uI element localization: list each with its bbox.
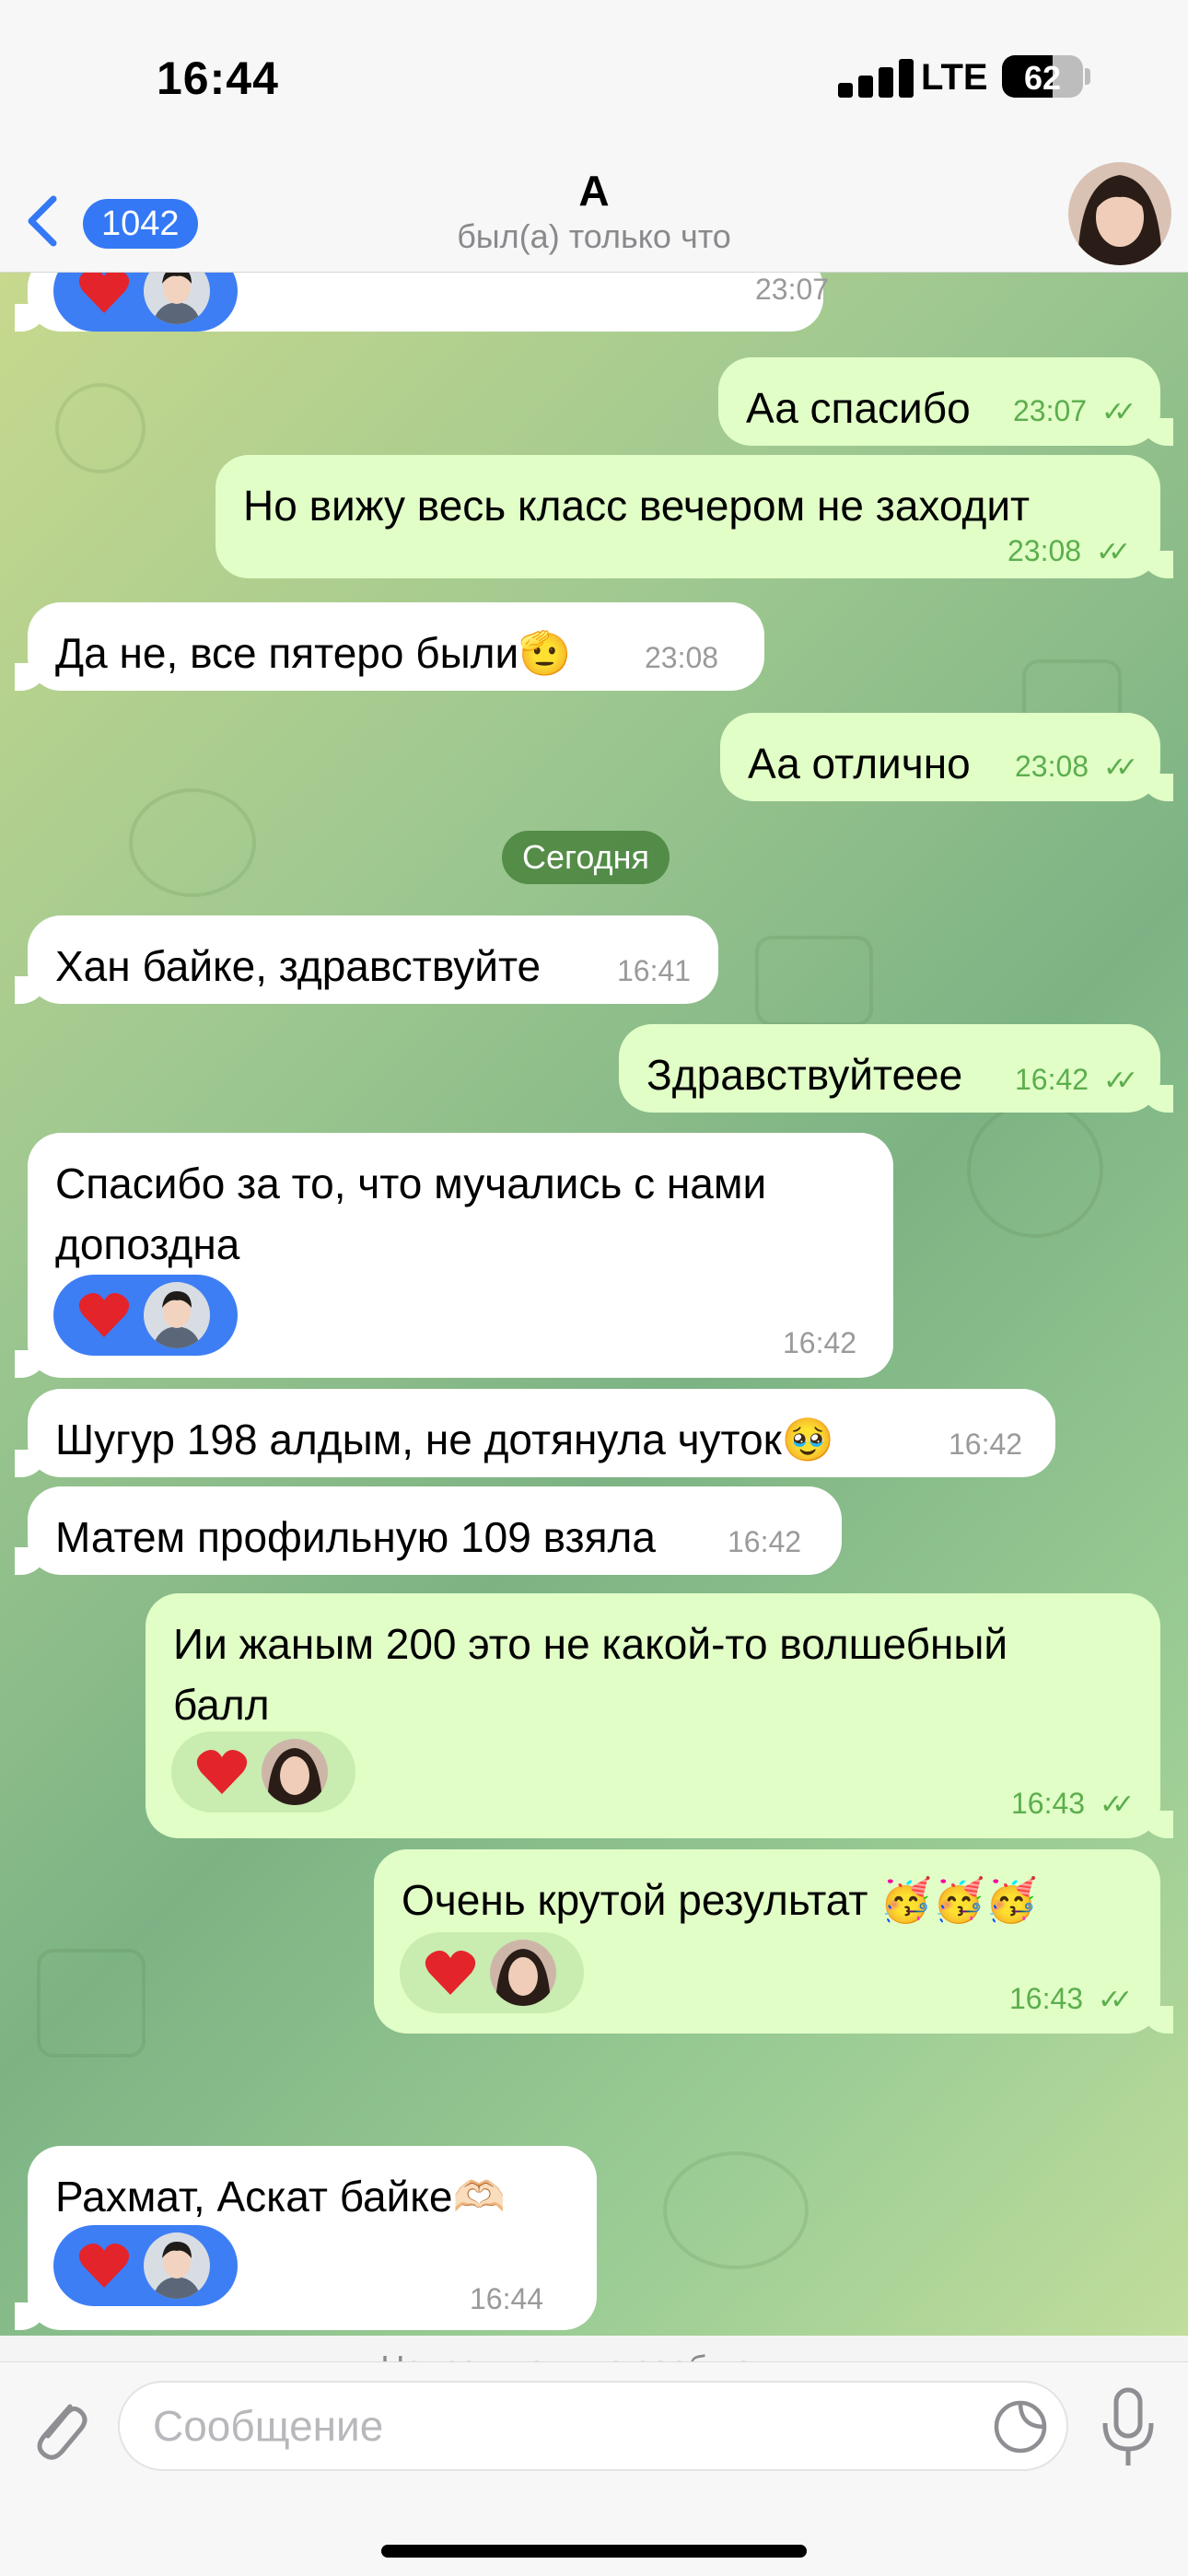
message-input[interactable] bbox=[118, 2381, 1068, 2471]
bubble-tail bbox=[15, 663, 48, 691]
chat-background: Сегодня Непрочитанные сообщения 23:07Аа … bbox=[0, 273, 1188, 2361]
read-checkmarks-icon: ✓✓ bbox=[1100, 1789, 1135, 1820]
message-text: Рахмат, Аскат байке🫶🏻 bbox=[55, 2173, 506, 2220]
reaction-chip[interactable] bbox=[53, 1275, 238, 1356]
status-bar: 16:44 LTE 62 bbox=[0, 0, 1188, 166]
message-bubble-in[interactable]: Матем профильную 109 взяла 16:42 bbox=[15, 1486, 842, 1575]
read-checkmarks-icon: ✓✓ bbox=[1101, 397, 1136, 427]
reaction-chip[interactable] bbox=[53, 273, 238, 332]
heart-icon bbox=[78, 273, 130, 313]
message-time: 23:07 bbox=[755, 273, 830, 306]
bubble-tail bbox=[1140, 418, 1173, 446]
heart-icon bbox=[78, 2244, 130, 2288]
message-time: 16:44 bbox=[470, 2282, 544, 2315]
reactor-avatar bbox=[144, 2232, 210, 2299]
chat-title[interactable]: А bbox=[0, 166, 1188, 216]
message-time: 23:08 bbox=[645, 641, 719, 674]
chat-header: 1042 А был(а) только что bbox=[0, 162, 1188, 273]
status-time: 16:44 bbox=[157, 52, 279, 104]
signal-icon bbox=[838, 59, 921, 98]
read-checkmarks-icon: ✓✓ bbox=[1103, 1066, 1138, 1096]
message-time: 16:42 bbox=[1015, 1063, 1089, 1096]
bubble-tail bbox=[1140, 551, 1173, 578]
message-bubble-in[interactable]: Шугур 198 алдым, не дотянула чуток🥹 16:42 bbox=[15, 1389, 1055, 1477]
message-bubble-out[interactable]: Очень крутой результат 🥳🥳🥳 16:43 ✓✓ bbox=[374, 1849, 1173, 2034]
battery-tip bbox=[1085, 68, 1090, 85]
bubble-tail bbox=[1140, 774, 1173, 801]
message-time: 16:42 bbox=[949, 1428, 1023, 1461]
bubble-tail bbox=[15, 1450, 48, 1477]
message-text: Но вижу весь класс вечером не заходит bbox=[243, 482, 1031, 530]
message-time: 16:42 bbox=[728, 1525, 802, 1558]
message-time: 16:41 bbox=[617, 954, 692, 987]
heart-icon bbox=[196, 1750, 248, 1794]
heart-icon bbox=[78, 1293, 130, 1337]
battery-percent: 62 bbox=[1023, 59, 1062, 97]
microphone-icon[interactable] bbox=[1096, 2386, 1160, 2469]
reaction-chip[interactable] bbox=[400, 1932, 584, 2013]
unread-divider: Непрочитанные сообщения bbox=[0, 2336, 1188, 2361]
message-time: 23:08 bbox=[1015, 750, 1089, 783]
message-bubble-in[interactable]: Спасибо за то, что мучались с нами допоз… bbox=[15, 1133, 893, 1378]
message-text: Ии жаным 200 это не какой-то волшебный б… bbox=[173, 1620, 1008, 1729]
message-text: Шугур 198 алдым, не дотянула чуток🥹 bbox=[55, 1416, 835, 1463]
message-bubble-out[interactable]: Ии жаным 200 это не какой-то волшебный б… bbox=[146, 1593, 1173, 1838]
battery-icon: 62 bbox=[1002, 55, 1083, 98]
date-divider: Сегодня bbox=[502, 831, 670, 884]
message-time: 23:08 bbox=[1007, 534, 1082, 567]
read-checkmarks-icon: ✓✓ bbox=[1098, 1985, 1133, 2015]
composer-bar bbox=[0, 2361, 1188, 2576]
reactor-avatar bbox=[144, 273, 210, 324]
bubble-tail bbox=[15, 1350, 48, 1378]
message-time: 23:07 bbox=[1013, 394, 1088, 427]
message-time: 16:42 bbox=[783, 1326, 857, 1359]
message-text: Спасибо за то, что мучались с нами допоз… bbox=[55, 1160, 767, 1268]
message-bubble-out[interactable]: Но вижу весь класс вечером не заходит 23:… bbox=[215, 455, 1173, 578]
message-bubble-out[interactable]: Аа спасибо 23:07 ✓✓ bbox=[718, 357, 1173, 446]
bubble-tail bbox=[1140, 2006, 1173, 2034]
reactor-avatar bbox=[262, 1739, 328, 1805]
read-checkmarks-icon: ✓✓ bbox=[1096, 537, 1131, 567]
message-bubble-out[interactable]: Здравствуйтеее 16:42 ✓✓ bbox=[619, 1024, 1173, 1113]
bubble-tail bbox=[1140, 1085, 1173, 1113]
message-bubble-in[interactable]: Хан байке, здравствуйте 16:41 bbox=[15, 915, 718, 1004]
message-bubble-in[interactable]: Рахмат, Аскат байке🫶🏻 16:44 bbox=[15, 2146, 597, 2330]
bubble-tail bbox=[15, 2302, 48, 2330]
network-label: LTE bbox=[921, 57, 988, 98]
avatar-photo-icon bbox=[1068, 162, 1171, 265]
message-text: Здравствуйтеее bbox=[646, 1051, 963, 1099]
bubble-tail bbox=[15, 1547, 48, 1575]
home-indicator bbox=[381, 2545, 807, 2558]
contact-avatar[interactable] bbox=[1068, 162, 1171, 265]
message-text: Да не, все пятеро были🫡 bbox=[55, 629, 572, 677]
reactor-avatar bbox=[490, 1940, 556, 2006]
paperclip-icon[interactable] bbox=[28, 2390, 92, 2464]
message-text: Аа спасибо bbox=[746, 384, 971, 432]
message-text: Хан байке, здравствуйте bbox=[55, 942, 542, 990]
reaction-chip[interactable] bbox=[53, 2225, 238, 2306]
message-text: Матем профильную 109 взяла bbox=[55, 1513, 656, 1561]
read-checkmarks-icon: ✓✓ bbox=[1103, 752, 1138, 783]
message-time: 16:43 bbox=[1011, 1787, 1086, 1820]
message-text: Аа отлично bbox=[748, 740, 971, 787]
message-text: Очень крутой результат 🥳🥳🥳 bbox=[402, 1876, 1039, 1924]
message-bubble-out[interactable]: Аа отлично 23:08 ✓✓ bbox=[720, 713, 1173, 801]
message-bubble-in[interactable]: Да не, все пятеро были🫡 23:08 bbox=[15, 602, 764, 691]
chat-status: был(а) только что bbox=[457, 217, 731, 255]
reactor-avatar bbox=[144, 1282, 210, 1348]
bubble-tail bbox=[15, 304, 48, 332]
heart-icon bbox=[425, 1951, 476, 1995]
message-bubble-in[interactable]: 23:07 bbox=[15, 273, 829, 332]
reaction-chip[interactable] bbox=[171, 1731, 355, 1813]
sticker-icon[interactable] bbox=[993, 2399, 1048, 2454]
bubble-tail bbox=[1140, 1811, 1173, 1838]
message-time: 16:43 bbox=[1009, 1982, 1084, 2015]
bubble-tail bbox=[15, 976, 48, 1004]
